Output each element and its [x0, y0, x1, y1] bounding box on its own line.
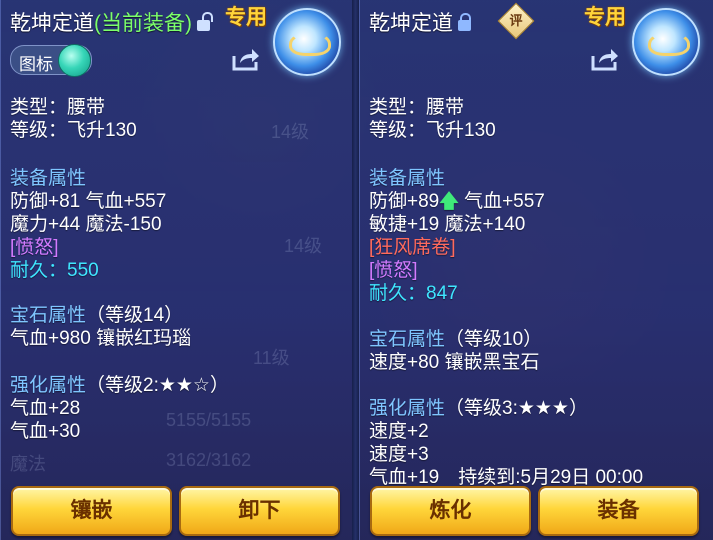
share-icon-right[interactable] — [590, 46, 620, 72]
lock-icon[interactable] — [458, 13, 471, 31]
enhance-level: （等级2:★★☆） — [86, 375, 229, 396]
enhance-line-3-right: 气血+19 持续到:5月29日 00:00 — [369, 467, 644, 488]
ghost-hp-text: 5155/5155 — [166, 410, 252, 430]
compare-item-tooltip: 乾坤定道 专用 类型：腰带 等级：飞升130 装备属性 防御+89🡅 气血+55… — [359, 0, 713, 540]
item-title: 乾坤定道(当前装备) — [10, 7, 213, 37]
inlay-button[interactable]: 镶嵌 — [11, 486, 172, 536]
unequip-button[interactable]: 卸下 — [179, 486, 340, 536]
item-name-right: 乾坤定道 — [369, 12, 453, 35]
gem-line: 气血+980 镶嵌红玛瑙 — [10, 328, 192, 349]
ghost-level-text-3: 11级 — [253, 348, 290, 368]
ghost-mp-label: 魔法 — [10, 454, 46, 474]
equip-button[interactable]: 装备 — [538, 486, 699, 536]
exclusive-emblem-icon — [273, 8, 341, 76]
item-title-right: 乾坤定道 — [369, 7, 471, 37]
unlock-icon[interactable] — [197, 12, 213, 31]
item-name: 乾坤定道 — [10, 12, 94, 35]
enhance-level-right: （等级3:★★★） — [445, 398, 588, 419]
panel-divider — [352, 0, 359, 540]
exclusive-label: 专用 — [225, 6, 267, 29]
ghost-mp-text: 3162/3162 — [166, 450, 252, 470]
exclusive-emblem-icon-right — [632, 8, 700, 76]
item-level-right: 等级：飞升130 — [369, 120, 496, 141]
durability: 耐久：550 — [10, 260, 99, 281]
ghost-level-text: 14级 — [271, 122, 310, 142]
item-level: 等级：飞升130 — [10, 120, 137, 141]
ghost-level-text-2: 14级 — [284, 236, 323, 256]
icon-toggle[interactable]: 图标 — [10, 44, 92, 77]
toggle-knob-icon — [58, 44, 91, 77]
equipped-tag: (当前装备) — [94, 12, 192, 35]
equipped-item-tooltip: 14级 14级 11级 5155/5155 魔法 3162/3162 乾坤定道(… — [0, 0, 354, 540]
icon-toggle-label: 图标 — [19, 55, 53, 74]
durability-right: 耐久：847 — [369, 283, 458, 304]
rating-badge-label: 评 — [509, 13, 523, 28]
gem-line-right: 速度+80 镶嵌黑宝石 — [369, 352, 540, 373]
share-icon[interactable] — [231, 46, 261, 72]
enhance-line-2: 气血+30 — [10, 421, 81, 442]
exclusive-label-right: 专用 — [584, 6, 626, 29]
refine-button[interactable]: 炼化 — [370, 486, 531, 536]
